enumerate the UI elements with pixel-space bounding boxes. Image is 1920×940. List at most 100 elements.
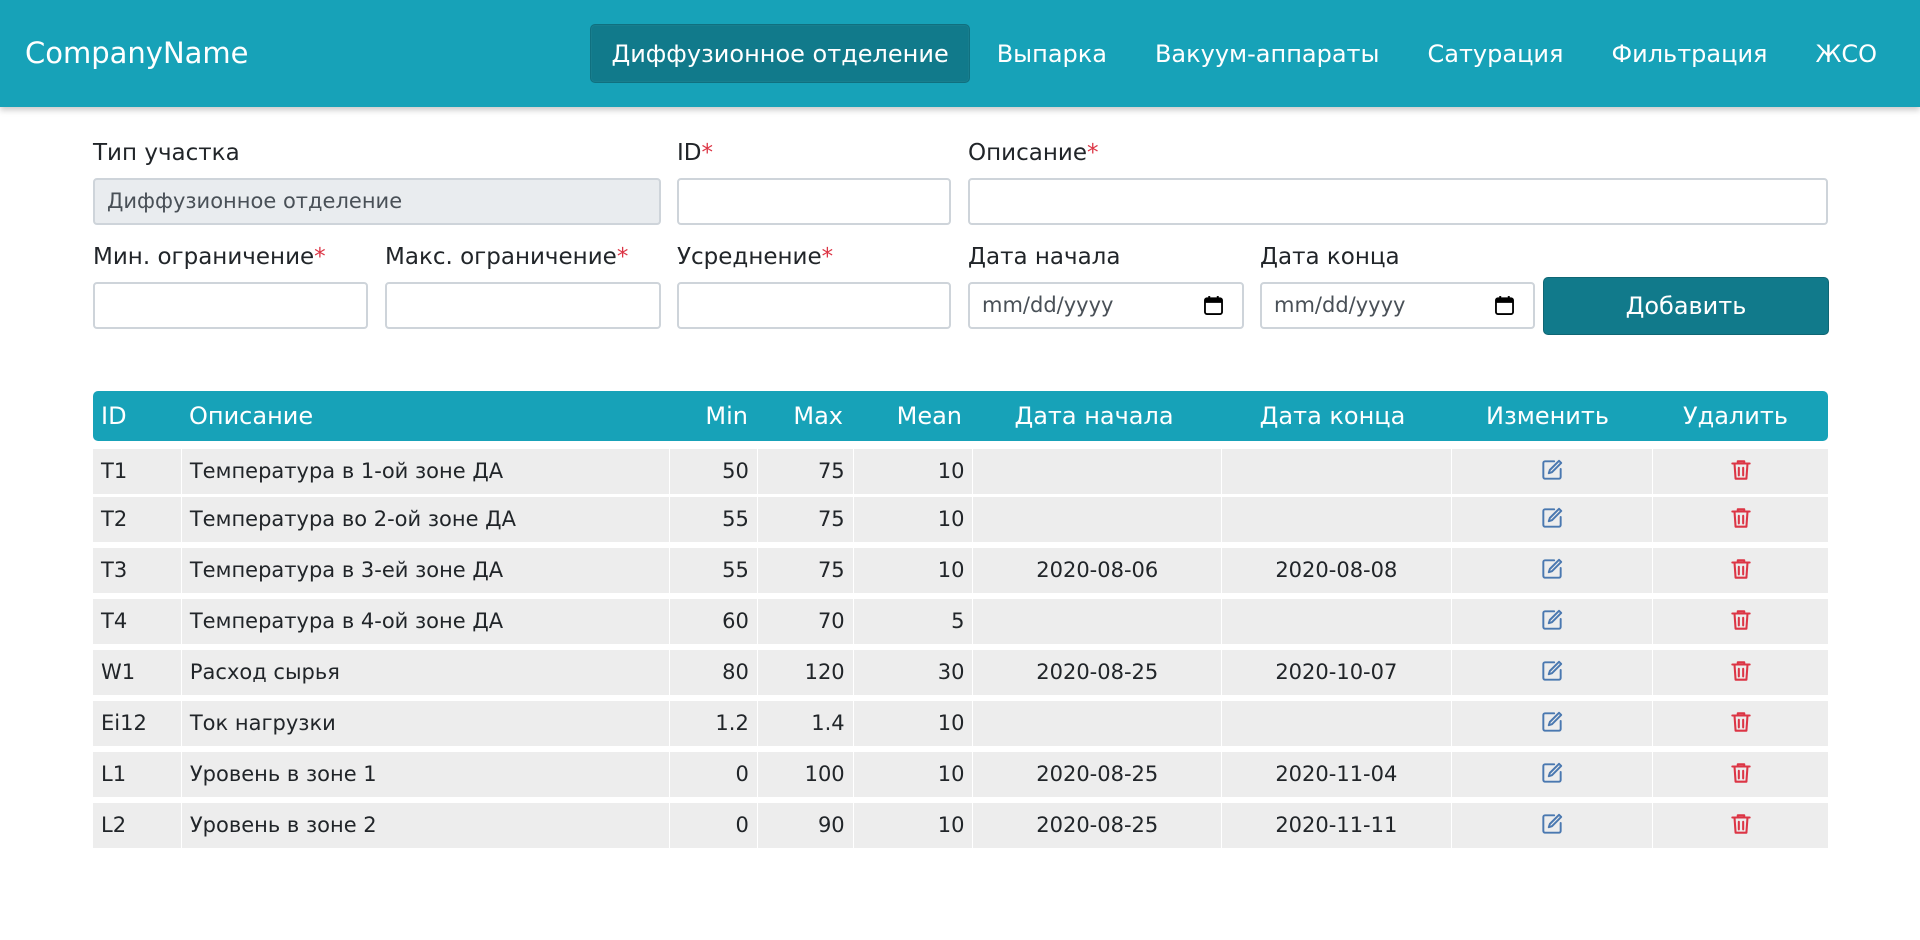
row-end-date: 2020-08-08: [1222, 548, 1451, 593]
row-start-date: [973, 599, 1222, 644]
row-mean: 5: [853, 599, 973, 644]
section-type-field: Диффузионное отделение: [93, 178, 661, 225]
required-mark: *: [821, 244, 834, 270]
row-description: Уровень в зоне 2: [181, 803, 669, 848]
row-mean: 10: [853, 548, 973, 593]
row-min: 80: [669, 650, 757, 695]
row-mean: 10: [853, 497, 973, 542]
top-navbar: CompanyName Диффузионное отделение Выпар…: [0, 0, 1920, 107]
calendar-icon[interactable]: [1494, 295, 1515, 316]
row-id: T4: [93, 599, 181, 644]
edit-icon[interactable]: [1539, 709, 1565, 735]
averaging-input[interactable]: [677, 282, 951, 329]
start-date-placeholder: mm/dd/yyyy: [982, 293, 1114, 317]
row-end-date: 2020-11-11: [1222, 803, 1451, 848]
row-description: Температура во 2-ой зоне ДА: [181, 497, 669, 542]
trash-icon[interactable]: [1728, 607, 1754, 633]
table-row: L2 Уровень в зоне 2 0 90 10 2020-08-25 2020-11…: [93, 803, 1828, 854]
row-edit-cell: [1451, 701, 1653, 746]
edit-icon[interactable]: [1539, 607, 1565, 633]
max-limit-label: Макс. ограничение*: [385, 244, 629, 270]
main-nav: Диффузионное отделение Выпарка Вакуум-ап…: [590, 24, 1898, 83]
id-label: ID*: [677, 140, 714, 166]
row-id: T2: [93, 497, 181, 542]
table-row: T3 Температура в 3-ей зоне ДА 55 75 10 2020-0…: [93, 548, 1828, 599]
brand-logo-text[interactable]: CompanyName: [25, 36, 249, 70]
header-end-date: Дата конца: [1259, 402, 1406, 430]
row-id: Ei12: [93, 701, 181, 746]
row-description: Температура в 4-ой зоне ДА: [181, 599, 669, 644]
trash-icon[interactable]: [1728, 505, 1754, 531]
row-min: 0: [669, 803, 757, 848]
end-date-label: Дата конца: [1260, 244, 1400, 270]
edit-icon[interactable]: [1539, 556, 1565, 582]
edit-icon[interactable]: [1539, 658, 1565, 684]
row-id: W1: [93, 650, 181, 695]
row-description: Уровень в зоне 1: [181, 752, 669, 797]
row-mean: 10: [853, 752, 973, 797]
row-min: 1.2: [669, 701, 757, 746]
row-start-date: 2020-08-25: [973, 650, 1222, 695]
required-mark: *: [701, 140, 714, 166]
row-edit-cell: [1451, 650, 1653, 695]
row-max: 90: [757, 803, 853, 848]
required-mark: *: [616, 244, 629, 270]
nav-link-zhso[interactable]: ЖСО: [1795, 24, 1899, 83]
row-start-date: [973, 497, 1222, 542]
row-max: 75: [757, 497, 853, 542]
row-min: 0: [669, 752, 757, 797]
nav-link-vacuum[interactable]: Вакуум-аппараты: [1134, 24, 1401, 83]
row-max: 75: [757, 449, 853, 494]
row-description: Расход сырья: [181, 650, 669, 695]
header-max: Max: [793, 402, 843, 430]
nav-link-evaporation[interactable]: Выпарка: [976, 24, 1128, 83]
end-date-input[interactable]: mm/dd/yyyy: [1260, 282, 1535, 329]
section-type-label: Тип участка: [93, 140, 240, 166]
row-max: 1.4: [757, 701, 853, 746]
trash-icon[interactable]: [1728, 658, 1754, 684]
edit-icon[interactable]: [1539, 811, 1565, 837]
nav-link-filtration[interactable]: Фильтрация: [1590, 24, 1788, 83]
edit-icon[interactable]: [1539, 505, 1565, 531]
trash-icon[interactable]: [1728, 760, 1754, 786]
trash-icon[interactable]: [1728, 811, 1754, 837]
row-max: 75: [757, 548, 853, 593]
row-end-date: [1222, 599, 1451, 644]
row-delete-cell: [1653, 803, 1828, 848]
min-limit-input[interactable]: [93, 282, 368, 329]
required-mark: *: [1086, 140, 1099, 166]
header-id: ID: [101, 402, 127, 430]
header-delete: Удалить: [1683, 402, 1788, 430]
calendar-icon[interactable]: [1203, 295, 1224, 316]
required-mark: *: [314, 244, 326, 270]
row-id: T3: [93, 548, 181, 593]
row-start-date: [973, 701, 1222, 746]
trash-icon[interactable]: [1728, 709, 1754, 735]
row-id: T1: [93, 449, 181, 494]
row-min: 60: [669, 599, 757, 644]
row-delete-cell: [1653, 701, 1828, 746]
id-input[interactable]: [677, 178, 951, 225]
max-limit-input[interactable]: [385, 282, 661, 329]
row-min: 55: [669, 497, 757, 542]
edit-icon[interactable]: [1539, 760, 1565, 786]
row-delete-cell: [1653, 752, 1828, 797]
row-start-date: 2020-08-25: [973, 803, 1222, 848]
row-edit-cell: [1451, 497, 1653, 542]
header-edit: Изменить: [1486, 402, 1609, 430]
edit-icon[interactable]: [1539, 457, 1565, 483]
nav-link-saturation[interactable]: Сатурация: [1406, 24, 1584, 83]
averaging-label: Усреднение*: [677, 244, 834, 270]
description-label: Описание*: [968, 140, 1099, 166]
row-description: Ток нагрузки: [181, 701, 669, 746]
start-date-input[interactable]: mm/dd/yyyy: [968, 282, 1244, 329]
add-button[interactable]: Добавить: [1543, 277, 1829, 335]
trash-icon[interactable]: [1728, 457, 1754, 483]
row-edit-cell: [1451, 449, 1653, 494]
nav-link-diffusion[interactable]: Диффузионное отделение: [590, 24, 970, 83]
trash-icon[interactable]: [1728, 556, 1754, 582]
row-max: 120: [757, 650, 853, 695]
description-input[interactable]: [968, 178, 1828, 225]
row-max: 100: [757, 752, 853, 797]
row-end-date: [1222, 449, 1451, 494]
